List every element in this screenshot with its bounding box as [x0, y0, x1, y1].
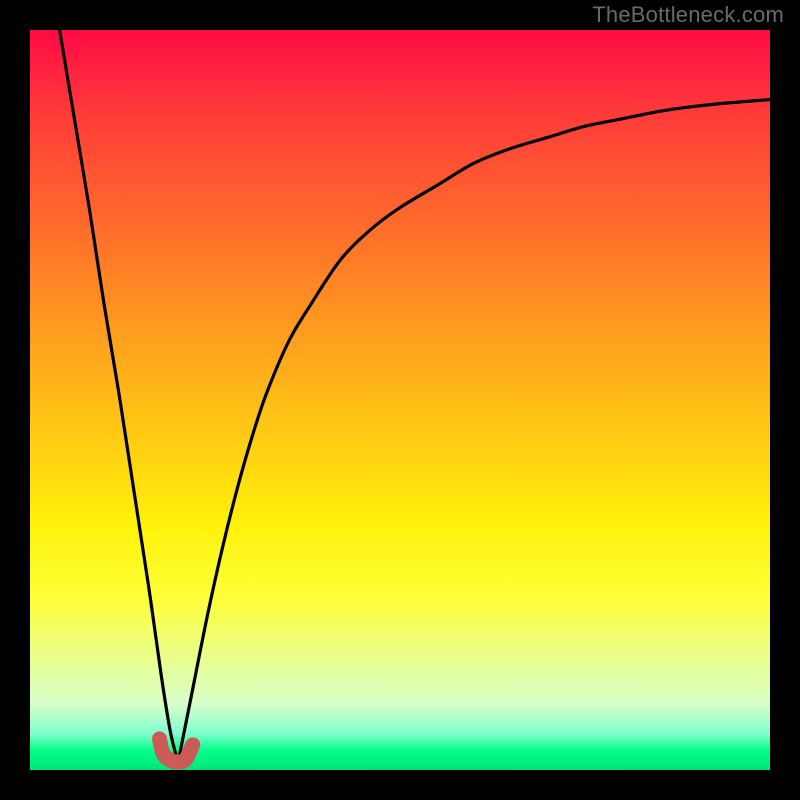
left-branch-curve [60, 30, 178, 763]
plot-area [30, 30, 770, 770]
right-branch-curve [178, 100, 770, 763]
watermark-text: TheBottleneck.com [592, 2, 784, 28]
curve-layer [30, 30, 770, 770]
chart-frame: TheBottleneck.com [0, 0, 800, 800]
